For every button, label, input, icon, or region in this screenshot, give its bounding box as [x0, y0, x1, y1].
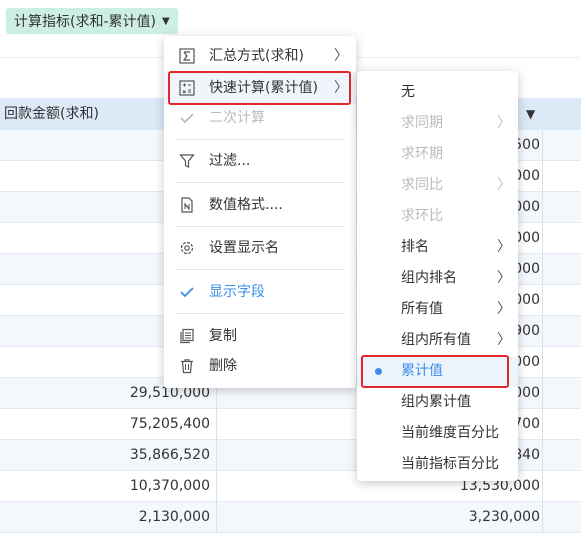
- cell-amount: 10,370,000: [0, 471, 217, 502]
- chevron-right-icon: 〉: [497, 301, 511, 317]
- table-row: 2,130,000 3,230,000: [0, 502, 581, 533]
- selected-dot-icon: [375, 368, 382, 375]
- cell-amount: 35,866,520: [0, 440, 217, 471]
- check-icon: [178, 283, 196, 301]
- submenu-item-label: 组内排名: [401, 270, 457, 286]
- chevron-right-icon: 〉: [497, 115, 511, 131]
- column-header-amount[interactable]: 回款金额(求和): [4, 98, 99, 130]
- submenu-item-label: 所有值: [401, 301, 443, 317]
- submenu-item-mom: 求环比: [357, 201, 518, 232]
- chevron-down-icon[interactable]: ▼: [526, 98, 535, 130]
- submenu-item-label: 求环期: [401, 146, 443, 162]
- field-tag[interactable]: 计算指标(求和-累计值) ▼: [6, 8, 178, 34]
- cell-amount: 2,130,000: [0, 502, 217, 533]
- submenu-item-group-all-values[interactable]: 组内所有值 〉: [357, 325, 518, 356]
- chevron-down-icon[interactable]: ▼: [162, 16, 170, 27]
- submenu-item-label: 排名: [401, 239, 429, 255]
- menu-item-label: 快速计算(累计值): [209, 80, 318, 96]
- submenu-item-cumulative[interactable]: 累计值: [357, 356, 518, 387]
- menu-item-label: 二次计算: [209, 110, 265, 126]
- menu-item-label: 复制: [209, 328, 237, 344]
- menu-item-label: 设置显示名: [209, 240, 279, 256]
- number-format-icon: [178, 196, 196, 214]
- submenu-item-group-cumulative[interactable]: 组内累计值: [357, 387, 518, 418]
- chevron-right-icon: 〉: [334, 48, 348, 64]
- chevron-right-icon: 〉: [334, 80, 348, 96]
- menu-item-show-field[interactable]: 显示字段: [164, 276, 356, 308]
- submenu-item-label: 求同比: [401, 177, 443, 193]
- menu-item-quick-calc[interactable]: 快速计算(累计值) 〉: [164, 72, 356, 104]
- submenu-item-group-rank[interactable]: 组内排名 〉: [357, 263, 518, 294]
- submenu-item-label: 组内累计值: [401, 394, 471, 410]
- menu-item-filter[interactable]: 过滤...: [164, 145, 356, 177]
- submenu-item-label: 累计值: [401, 363, 443, 379]
- chevron-right-icon: 〉: [497, 239, 511, 255]
- divider: [176, 313, 344, 314]
- cell-amount: 75,205,400: [0, 409, 217, 440]
- divider: [176, 269, 344, 270]
- field-tag-label: 计算指标(求和-累计值): [14, 14, 156, 30]
- submenu-item-label: 求同期: [401, 115, 443, 131]
- menu-item-delete[interactable]: 删除: [164, 350, 356, 382]
- menu-item-display-name[interactable]: 设置显示名: [164, 232, 356, 264]
- quick-calc-submenu: 无 求同期 〉 求环期 求同比 〉 求环比 排名 〉 组内排名 〉 所有值 〉 …: [357, 71, 518, 481]
- trash-icon: [178, 357, 196, 375]
- submenu-item-same-period: 求同期 〉: [357, 108, 518, 139]
- submenu-item-label: 组内所有值: [401, 332, 471, 348]
- divider: [176, 139, 344, 140]
- submenu-item-yoy: 求同比 〉: [357, 170, 518, 201]
- submenu-item-rank[interactable]: 排名 〉: [357, 232, 518, 263]
- field-context-menu: 汇总方式(求和) 〉 快速计算(累计值) 〉 二次计算 过滤... 数值格式..…: [164, 36, 356, 388]
- chevron-right-icon: 〉: [497, 177, 511, 193]
- submenu-item-label: 无: [401, 84, 415, 100]
- menu-item-label: 删除: [209, 358, 237, 374]
- submenu-item-none[interactable]: 无: [357, 77, 518, 108]
- divider: [176, 226, 344, 227]
- submenu-item-label: 当前指标百分比: [401, 456, 499, 472]
- submenu-item-previous-period: 求环期: [357, 139, 518, 170]
- submenu-item-measure-percent[interactable]: 当前指标百分比: [357, 449, 518, 480]
- submenu-item-label: 求环比: [401, 208, 443, 224]
- menu-item-label: 过滤...: [209, 153, 251, 169]
- submenu-item-all-values[interactable]: 所有值 〉: [357, 294, 518, 325]
- submenu-item-dimension-percent[interactable]: 当前维度百分比: [357, 418, 518, 449]
- check-icon: [178, 109, 196, 127]
- chevron-right-icon: 〉: [497, 332, 511, 348]
- chevron-right-icon: 〉: [497, 270, 511, 286]
- menu-item-copy[interactable]: 复制: [164, 320, 356, 352]
- copy-icon: [178, 327, 196, 345]
- menu-item-secondary-calc: 二次计算: [164, 102, 356, 134]
- menu-item-label: 汇总方式(求和): [209, 48, 304, 64]
- calculator-icon: [178, 79, 196, 97]
- menu-item-aggregation[interactable]: 汇总方式(求和) 〉: [164, 40, 356, 72]
- sigma-icon: [178, 47, 196, 65]
- menu-item-label: 数值格式....: [209, 197, 283, 213]
- cell-cumulative: 3,230,000: [217, 502, 543, 533]
- submenu-item-label: 当前维度百分比: [401, 425, 499, 441]
- divider: [176, 182, 344, 183]
- menu-item-label: 显示字段: [209, 284, 265, 300]
- filter-icon: [178, 152, 196, 170]
- gear-icon: [178, 239, 196, 257]
- menu-item-number-format[interactable]: 数值格式....: [164, 189, 356, 221]
